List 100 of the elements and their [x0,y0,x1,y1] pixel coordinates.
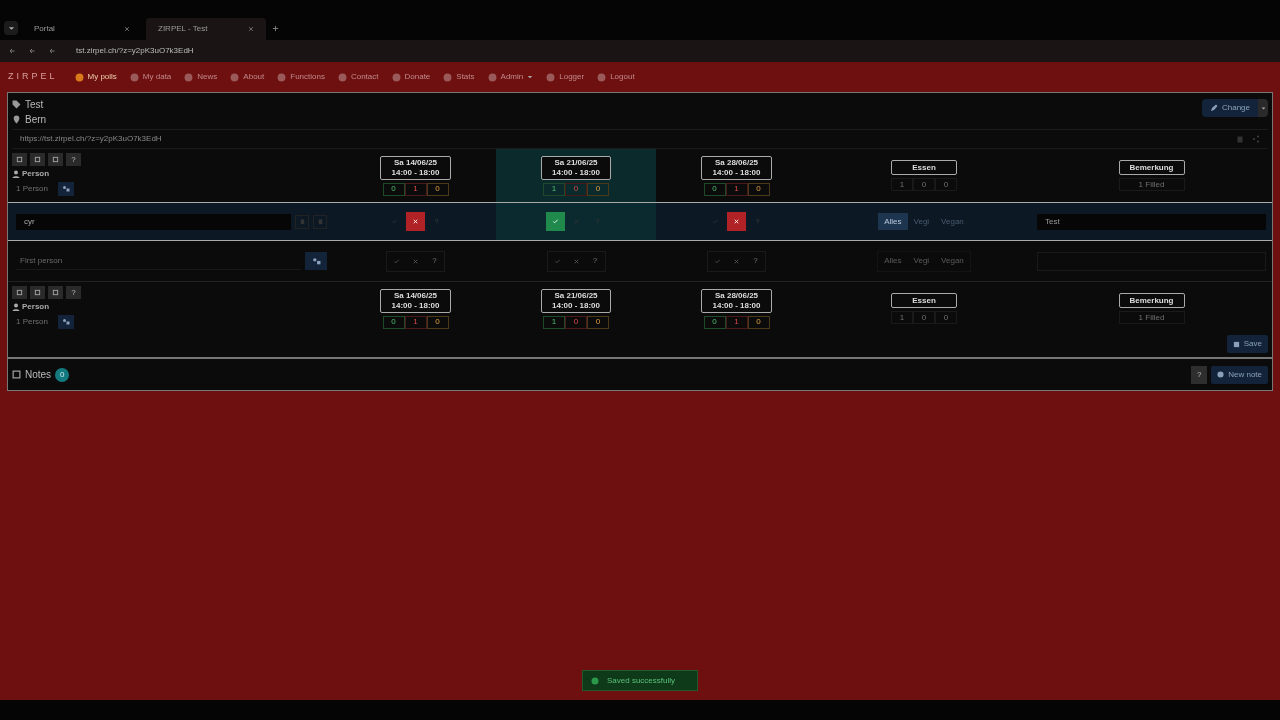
dropdown-toggle[interactable] [1258,99,1268,117]
count-cell: 1 [891,311,913,324]
nav-link[interactable]: My data [129,71,172,83]
nav-link[interactable]: Admin [487,71,534,83]
new-tab-button[interactable] [270,23,280,33]
time-label: 14:00 - 18:00 [391,300,440,311]
nav-link[interactable]: About [230,71,265,83]
nav-link[interactable]: My polls [74,71,117,83]
name-field[interactable]: cyr [16,213,291,230]
nav-link[interactable]: Logger [546,71,585,83]
notes-title: Notes [25,368,52,382]
option-button[interactable]: Vegan [935,251,970,271]
date-label: Sa 28/06/25 [713,290,760,301]
count-cell: 0 [382,182,405,196]
tool-button[interactable] [48,286,63,299]
cross-icon [412,218,419,225]
check-button[interactable] [545,212,565,231]
count-badge: 0 [55,367,70,382]
nav-link[interactable]: Contact [337,71,379,83]
nav-icon [546,72,556,82]
poll-link[interactable]: https://tst.zirpel.ch/?z=y2pK3uO7k3EdH [12,133,162,145]
caret-icon [7,24,15,32]
option-button[interactable]: Alles [878,251,908,271]
help-button[interactable]: ? [66,286,81,299]
count-cell: 0 [587,315,609,329]
count-cell: 0 [703,182,726,196]
remark-header: Bemerkung [1118,293,1185,308]
cross-icon [572,218,580,225]
browser-tab[interactable]: ZIRPEL - Test [146,18,266,40]
cross-icon [733,218,740,225]
count-cell: 0 [426,315,449,329]
toast-message: Saved successfully [607,674,676,687]
person-count: 1 Person [15,183,50,195]
count-cell: 0 [382,315,405,329]
count-cell: 1 [404,315,427,329]
date-label: Sa 28/06/25 [713,157,760,168]
count-cell: 0 [747,182,770,196]
nav-link[interactable]: Logout [597,71,635,83]
nav-link[interactable]: News [184,71,218,83]
count-cell: 1 [404,182,427,196]
brand-logo[interactable]: ZIRPEL [8,70,58,84]
add-person-button[interactable] [305,252,327,270]
cross-icon [412,257,419,265]
cross-button[interactable] [727,212,746,231]
nav-link[interactable]: Functions [277,71,325,83]
check-icon [391,218,398,225]
nav-icon [391,72,401,82]
edit-button[interactable] [313,214,327,229]
count-cell: 0 [426,182,449,196]
close-icon [248,26,254,32]
nav-link[interactable]: Stats [443,71,475,83]
option-button[interactable]: Vegi [907,251,936,271]
check-icon [393,257,400,265]
cross-button[interactable] [406,212,425,231]
remark-field[interactable]: Test [1037,213,1266,230]
help-button[interactable]: ? [1191,365,1208,384]
tab-list-button[interactable] [4,21,18,35]
tool-button[interactable] [12,286,27,299]
option-button[interactable]: Alles [878,213,908,230]
check-icon [714,257,721,265]
time-label: 14:00 - 18:00 [391,167,440,178]
add-person-button[interactable] [58,182,74,196]
tab-title: ZIRPEL - Test [158,23,208,35]
tool-button[interactable] [12,153,27,166]
option-button[interactable]: Vegan [935,213,970,230]
help-button[interactable]: ? [66,153,81,166]
question-icon [754,218,761,225]
location-pin-icon [12,115,21,124]
browser-tab[interactable]: Portal [22,18,142,40]
time-label: 14:00 - 18:00 [552,167,600,178]
tool-button[interactable] [30,286,45,299]
nav-icon [129,72,139,82]
nav-icon [597,72,607,82]
count-cell: 0 [935,178,957,191]
add-person-button[interactable] [58,315,74,329]
question-header: Essen [891,293,957,308]
change-button[interactable]: Change [1201,99,1258,117]
count-cell: 1 [725,182,748,196]
date-label: Sa 21/06/25 [553,290,599,301]
time-label: 14:00 - 18:00 [712,300,761,311]
option-button[interactable]: Vegi [907,213,936,230]
question-icon [433,218,440,225]
new-note-button[interactable]: New note [1211,365,1268,384]
date-label: Sa 21/06/25 [553,157,599,168]
nav-icon [443,72,453,82]
edit-icon [1209,104,1218,112]
save-button[interactable]: Save [1226,335,1268,353]
copy-icon [1236,135,1244,143]
count-cell: 1 [543,315,565,329]
person-label: Person [22,301,50,313]
tool-button[interactable] [30,153,45,166]
tool-button[interactable] [48,153,63,166]
delete-button[interactable] [295,214,309,229]
nav-icon [230,72,240,82]
nav-link[interactable]: Donate [391,71,431,83]
address-bar[interactable]: tst.zirpel.ch/?z=y2pK3uO7k3EdH [76,45,194,57]
count-cell: 0 [565,315,587,329]
time-label: 14:00 - 18:00 [552,300,600,311]
check-icon [712,218,719,225]
share-icon [1252,135,1260,143]
